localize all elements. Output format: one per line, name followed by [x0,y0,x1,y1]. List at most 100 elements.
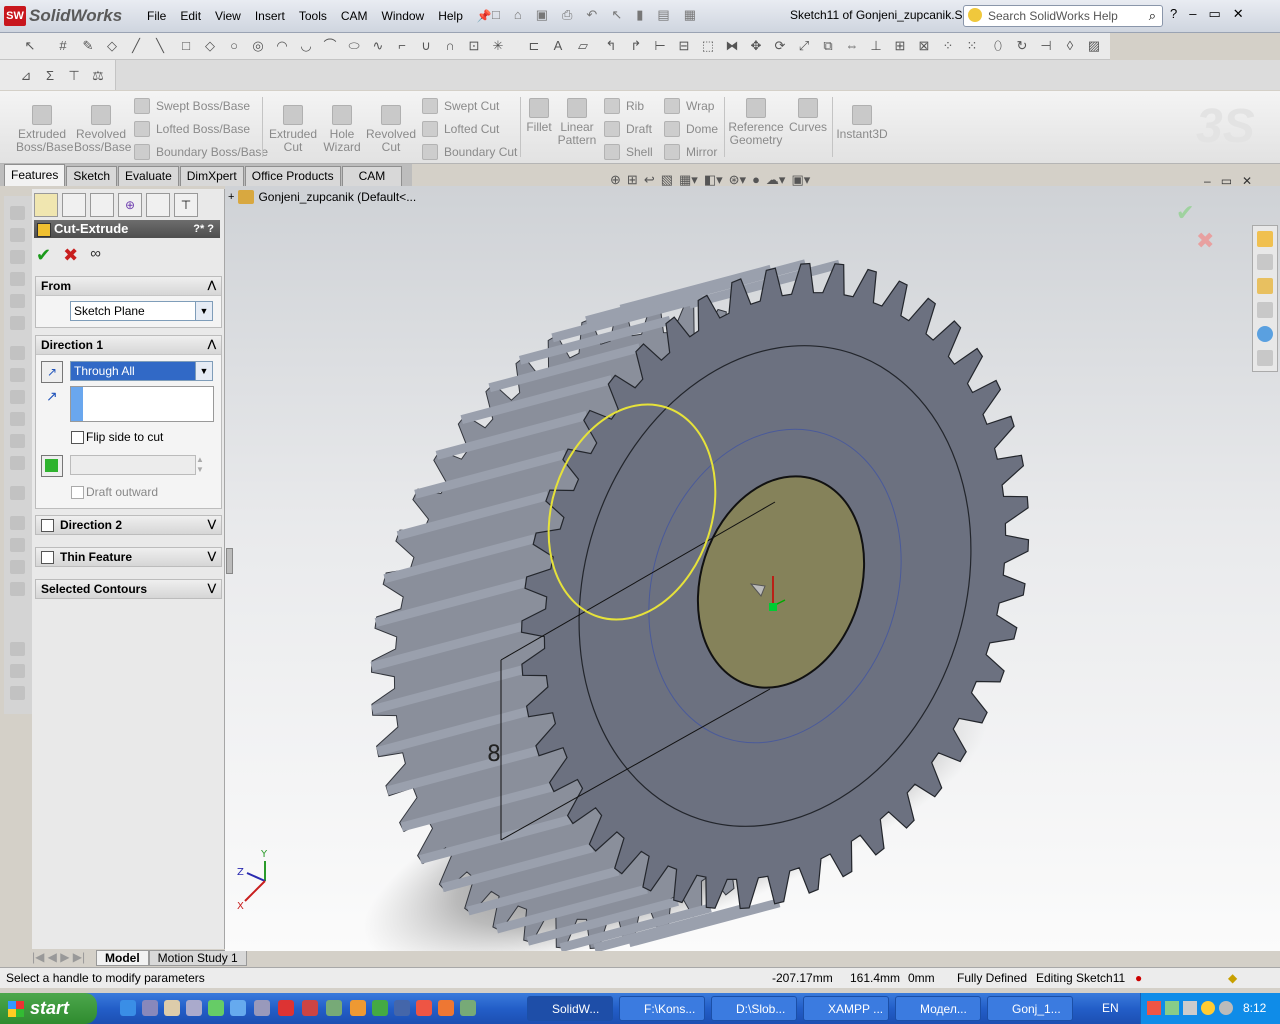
confirm-cancel-icon[interactable]: ✖ [1196,228,1214,254]
fix-icon[interactable]: ⊞ [892,38,908,54]
slot-icon[interactable]: ⬯ [990,38,1006,54]
tool-icon[interactable] [10,582,25,596]
custom-properties-icon[interactable] [1257,350,1273,366]
tab-dimxpert[interactable]: DimXpert [179,166,244,186]
rotate-icon[interactable]: ⟳ [772,38,788,54]
tool-icon[interactable] [10,456,25,470]
tray-icon[interactable] [1165,1001,1179,1015]
draft-angle-input[interactable] [70,455,196,475]
boundary-cut-button[interactable]: Boundary Cut [422,144,517,160]
grid-icon[interactable]: # [55,38,71,54]
undo-icon[interactable]: ↶ [586,7,597,23]
tool-icon[interactable] [10,434,25,448]
image-icon[interactable]: ▨ [1086,38,1102,54]
tool-icon[interactable] [10,228,25,242]
from-select[interactable]: Sketch Plane ▼ [70,301,213,321]
cam-tab-icon[interactable]: ⊤ [174,193,198,217]
close-icon[interactable]: ✕ [1233,6,1244,22]
tool-icon[interactable] [10,390,25,404]
refresh-icon[interactable]: ↻ [1014,38,1030,54]
direction1-header[interactable]: Direction 1 ⋀ [36,336,221,355]
property-manager-tab-icon[interactable] [62,193,86,217]
lofted-cut-button[interactable]: Lofted Cut [422,121,499,137]
menu-cam[interactable]: CAM [334,9,375,23]
direction2-checkbox[interactable] [41,519,54,532]
taskbar-folder-d[interactable]: D:\Slob... [711,996,797,1021]
tree-root-label[interactable]: Gonjeni_zupcanik (Default<... [258,190,416,204]
line2-icon[interactable]: ╲ [152,38,168,54]
circle-icon[interactable]: ○ [226,38,242,54]
taskbar-solidworks[interactable]: SolidW... [527,996,613,1021]
solidworks-logo[interactable]: SW SolidWorks [4,5,122,27]
quicklaunch-icon[interactable] [230,1000,246,1016]
print-icon[interactable]: ⎙ [562,7,572,23]
tool-icon[interactable] [10,664,25,678]
tool-icon[interactable] [10,346,25,360]
view-settings-icon[interactable]: ▣▾ [791,172,810,188]
select-icon[interactable]: ↖ [611,7,622,23]
quicklaunch-icon[interactable] [164,1000,180,1016]
ellipse-icon[interactable]: ⬭ [346,38,362,54]
new-icon[interactable]: □ [492,7,500,23]
relations-icon[interactable]: ⊥ [868,38,884,54]
block-icon[interactable]: ⊣ [1038,38,1054,54]
options-icon[interactable]: ▦ [684,7,696,23]
expand-icon[interactable]: ⋁ [208,548,216,566]
gear-model-view[interactable]: 8 Y Z X [225,186,1280,951]
tab-cam[interactable]: CAM [341,166,403,186]
preview-icon[interactable]: ∞ [90,245,101,266]
rebuild-indicator-icon[interactable]: ● [1135,971,1142,985]
linear-pattern-button[interactable]: Linear Pattern [556,98,598,147]
quicklaunch-icon[interactable] [394,1000,410,1016]
lofted-boss-button[interactable]: Lofted Boss/Base [134,121,250,137]
taskbar-browser[interactable]: Модел... [895,996,981,1021]
start-button[interactable]: start [0,993,97,1024]
appearances-icon[interactable] [1257,326,1273,342]
hide-show-icon[interactable]: ⊛▾ [729,172,746,188]
viewport-restore-icon[interactable]: ▭ [1221,174,1232,188]
confirm-ok-icon[interactable]: ✔ [1176,200,1214,226]
expand-tree-icon[interactable]: + [228,191,234,203]
chevron-down-icon[interactable]: ▼ [195,362,212,380]
file-explorer-icon[interactable] [1257,302,1273,318]
chevron-down-icon[interactable]: ▼ [195,302,212,320]
menu-insert[interactable]: Insert [248,9,292,23]
boundary-boss-button[interactable]: Boundary Boss/Base [134,144,268,160]
quicklaunch-icon[interactable] [208,1000,224,1016]
revolved-boss-button[interactable]: Revolved Boss/Base [74,105,131,154]
swept-boss-button[interactable]: Swept Boss/Base [134,98,250,114]
graphics-area[interactable]: 8 Y Z X [225,186,1280,951]
direction2-header[interactable]: Direction 2 ⋁ [36,516,221,534]
solidworks-quicklaunch-icon[interactable] [278,1000,294,1016]
rib-button[interactable]: Rib [604,98,644,114]
split-icon[interactable]: ⊢ [652,38,668,54]
quicklaunch-icon[interactable] [186,1000,202,1016]
quicklaunch-icon[interactable] [372,1000,388,1016]
swept-cut-button[interactable]: Swept Cut [422,98,499,114]
thin-feature-checkbox[interactable] [41,551,54,564]
tray-icon[interactable] [1219,1001,1233,1015]
repair-icon[interactable]: ⊠ [916,38,932,54]
tool-icon[interactable] [10,560,25,574]
appearance-icon[interactable]: ● [752,172,760,188]
taskbar-xampp[interactable]: XAMPP ... [803,996,889,1021]
offset-icon[interactable]: ⊡ [466,38,482,54]
tool-icon[interactable] [10,686,25,700]
tag-icon[interactable]: ◆ [1228,971,1237,985]
conic-icon[interactable]: ∩ [442,38,458,54]
minimize-icon[interactable]: ‒ [1189,6,1196,22]
open-icon[interactable]: ⌂ [514,7,522,23]
tag-icon[interactable]: ◊ [1062,38,1078,54]
file-properties-icon[interactable]: ▤ [657,7,669,23]
perimeter-circle-icon[interactable]: ◎ [250,38,266,54]
polygon-icon[interactable]: ◇ [202,38,218,54]
feature-manager-tab-icon[interactable] [34,193,58,217]
end-condition-select[interactable]: Through All ▼ [70,361,213,381]
line-icon[interactable]: ╱ [128,38,144,54]
reference-geometry-button[interactable]: Reference Geometry [728,98,784,147]
display-manager-tab-icon[interactable] [146,193,170,217]
point-icon[interactable]: ✳ [490,38,506,54]
cancel-icon[interactable]: ✖ [63,245,78,266]
draft-toggle-icon[interactable] [41,455,63,477]
move-icon[interactable]: ✥ [748,38,764,54]
